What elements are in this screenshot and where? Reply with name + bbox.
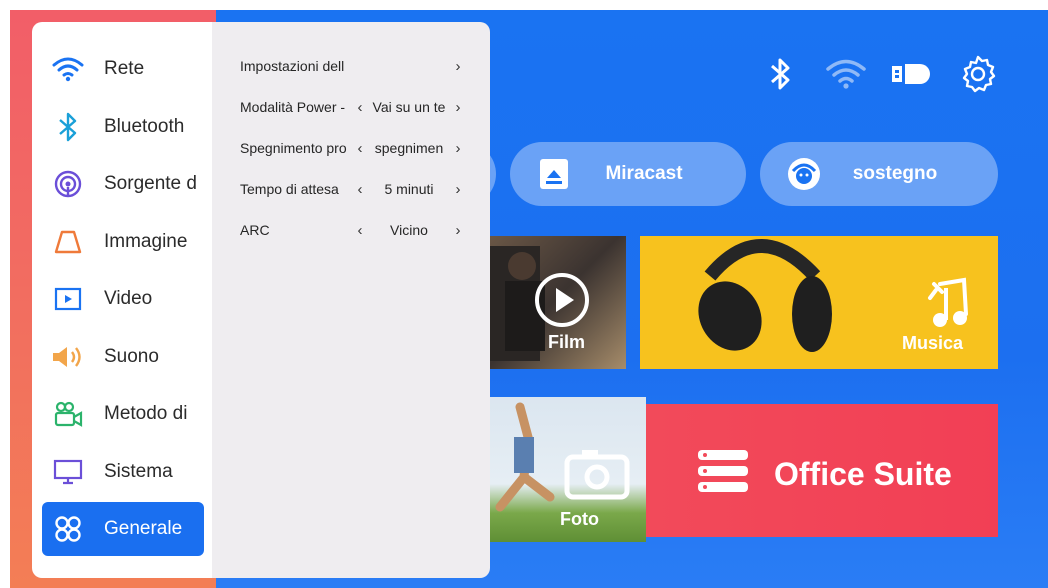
launcher-screen: Miracast sostegno Film Musica Foto Offic… bbox=[10, 10, 1048, 588]
submenu-row-label: Modalità Power - bbox=[240, 99, 346, 115]
camera-icon bbox=[50, 396, 86, 432]
menu-item-metodo[interactable]: Metodo di bbox=[42, 387, 204, 441]
speaker-icon bbox=[50, 339, 86, 375]
foto-tile[interactable]: Foto bbox=[480, 397, 646, 542]
menu-item-source[interactable]: Sorgente d bbox=[42, 157, 204, 211]
left-arrow-icon[interactable]: ‹ bbox=[354, 140, 366, 157]
menu-item-label: Bluetooth bbox=[104, 116, 185, 137]
settings-menu: Rete Bluetooth Sorgente d Immagine Video bbox=[32, 22, 216, 578]
music-note-icon bbox=[928, 277, 968, 327]
submenu-row-value: spegnimen bbox=[374, 140, 444, 156]
menu-item-generale[interactable]: Generale bbox=[42, 502, 204, 556]
office-list-icon bbox=[698, 450, 748, 492]
left-arrow-icon[interactable]: ‹ bbox=[354, 181, 366, 198]
menu-item-label: Sorgente d bbox=[104, 173, 197, 194]
office-tile[interactable]: Office Suite bbox=[646, 404, 998, 537]
menu-item-immagine[interactable]: Immagine bbox=[42, 215, 204, 269]
submenu-row-label: Spegnimento pro bbox=[240, 140, 347, 156]
wifi-icon bbox=[50, 51, 86, 87]
right-arrow-icon[interactable]: › bbox=[452, 140, 464, 157]
support-icon bbox=[786, 156, 822, 192]
submenu-row-impostazioni[interactable]: Impostazioni dell › bbox=[240, 53, 464, 79]
miracast-label: Miracast bbox=[605, 163, 683, 184]
submenu-row-spegnimento[interactable]: Spegnimento pro ‹ spegnimen › bbox=[240, 135, 464, 161]
video-icon bbox=[50, 281, 86, 317]
general-icon bbox=[50, 511, 86, 547]
status-bar bbox=[758, 54, 1000, 94]
music-label: Musica bbox=[902, 333, 964, 353]
left-arrow-icon[interactable]: ‹ bbox=[354, 99, 366, 116]
bluetooth-icon[interactable] bbox=[758, 54, 802, 94]
play-icon bbox=[535, 273, 589, 327]
submenu-row-value: Vicino bbox=[390, 222, 428, 238]
menu-item-label: Metodo di bbox=[104, 403, 188, 424]
left-arrow-icon[interactable]: ‹ bbox=[354, 222, 366, 239]
submenu-row-arc[interactable]: ARC ‹ Vicino › bbox=[240, 217, 464, 243]
submenu-row-label: Impostazioni dell bbox=[240, 58, 345, 74]
support-label: sostegno bbox=[852, 163, 938, 184]
submenu-row-label: Tempo di attesa bbox=[240, 181, 339, 197]
camera-icon bbox=[564, 450, 630, 500]
source-icon bbox=[50, 166, 86, 202]
menu-item-label: Video bbox=[104, 288, 153, 309]
menu-item-suono[interactable]: Suono bbox=[42, 330, 204, 384]
right-arrow-icon[interactable]: › bbox=[452, 181, 464, 198]
menu-item-video[interactable]: Video bbox=[42, 272, 204, 326]
menu-item-label: Suono bbox=[104, 346, 159, 367]
menu-item-bluetooth[interactable]: Bluetooth bbox=[42, 100, 204, 154]
projector-icon[interactable] bbox=[890, 54, 934, 94]
monitor-icon bbox=[50, 454, 86, 490]
miracast-button[interactable]: Miracast bbox=[510, 142, 746, 206]
menu-item-label: Immagine bbox=[104, 231, 188, 252]
menu-item-label: Rete bbox=[104, 58, 145, 79]
menu-item-label: Sistema bbox=[104, 461, 173, 482]
gear-icon[interactable] bbox=[956, 54, 1000, 94]
foto-label: Foto bbox=[560, 509, 599, 529]
right-arrow-icon[interactable]: › bbox=[452, 222, 464, 239]
right-arrow-icon[interactable]: › bbox=[452, 99, 464, 116]
general-submenu: Impostazioni dell › Modalità Power - ‹ V… bbox=[212, 22, 490, 578]
submenu-row-tempo-attesa[interactable]: Tempo di attesa ‹ 5 minuti › bbox=[240, 176, 464, 202]
menu-item-rete[interactable]: Rete bbox=[42, 42, 204, 96]
support-button[interactable]: sostegno bbox=[760, 142, 998, 206]
office-label: Office Suite bbox=[774, 456, 952, 492]
submenu-row-label: ARC bbox=[240, 222, 270, 238]
film-tile[interactable]: Film bbox=[480, 236, 626, 369]
submenu-row-value: 5 minuti bbox=[384, 181, 434, 197]
menu-item-label: Generale bbox=[104, 518, 183, 539]
right-arrow-icon[interactable]: › bbox=[452, 58, 464, 75]
menu-item-sistema[interactable]: Sistema bbox=[42, 445, 204, 499]
wifi-icon[interactable] bbox=[824, 54, 868, 94]
miracast-icon bbox=[536, 156, 572, 192]
submenu-row-value: Vai su un te bbox=[372, 99, 446, 115]
submenu-row-power-mode[interactable]: Modalità Power - ‹ Vai su un te › bbox=[240, 94, 464, 120]
film-label: Film bbox=[548, 332, 586, 352]
trapezoid-icon bbox=[50, 224, 86, 260]
music-tile[interactable]: Musica bbox=[640, 236, 998, 369]
bluetooth-icon bbox=[50, 109, 86, 145]
